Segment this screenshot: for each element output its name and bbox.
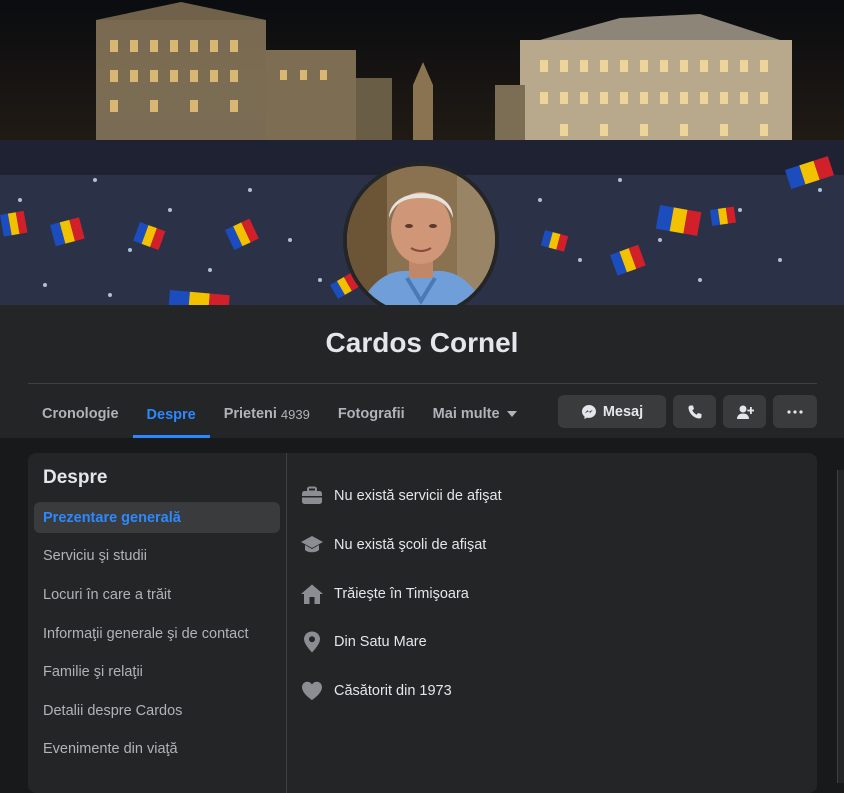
add-friend-icon: [736, 405, 754, 419]
about-nav-life-events[interactable]: Evenimente din viaţă: [34, 733, 280, 764]
add-friend-button[interactable]: [723, 395, 766, 428]
tab-mai-multe[interactable]: Mai multe: [419, 394, 531, 434]
about-nav-label: Evenimente din viaţă: [43, 740, 178, 757]
tab-label: Mai multe: [432, 406, 500, 422]
briefcase-icon: [300, 484, 324, 508]
info-item-relationship: Căsătorit din 1973: [300, 679, 452, 703]
profile-picture-frame[interactable]: [343, 162, 499, 318]
info-item-work: Nu există servicii de afişat: [300, 484, 502, 508]
about-nav-details[interactable]: Detalii despre Cardos: [34, 695, 280, 726]
friends-count: 4939: [280, 406, 310, 422]
about-nav-contact-info[interactable]: Informaţii generale şi de contact: [34, 618, 280, 649]
about-nav-label: Informaţii generale şi de contact: [43, 625, 249, 642]
about-nav-work-education[interactable]: Serviciu şi studii: [34, 540, 280, 571]
message-button[interactable]: Mesaj: [558, 395, 666, 428]
heart-icon: [300, 679, 324, 703]
profile-name: Cardos Cornel: [325, 327, 519, 358]
about-nav-family[interactable]: Familie şi relaţii: [34, 656, 280, 687]
profile-tabs: Cronologie Despre Prieteni 4939 Fotografi…: [28, 394, 531, 438]
about-nav-overview[interactable]: Prezentare generală: [34, 502, 280, 533]
caret-down-icon: [506, 411, 517, 417]
info-item-current-city: Trăieşte în Timişoara: [300, 582, 469, 606]
about-nav-places-lived[interactable]: Locuri în care a trăit: [34, 579, 280, 610]
avatar-image: [347, 166, 495, 314]
about-nav-label: Locuri în care a trăit: [43, 586, 172, 603]
more-options-button[interactable]: [773, 395, 817, 428]
tab-label: Fotografii: [337, 406, 405, 422]
about-nav-label: Serviciu şi studii: [43, 547, 147, 564]
info-item-text: Trăieşte în Timişoara: [334, 586, 469, 602]
about-title: Despre: [43, 467, 108, 488]
message-button-label: Mesaj: [602, 403, 644, 420]
call-button[interactable]: [673, 395, 716, 428]
tab-fotografii[interactable]: Fotografii: [324, 394, 419, 434]
tab-label: Cronologie: [42, 406, 119, 422]
tab-cronologie[interactable]: Cronologie: [28, 394, 133, 434]
messenger-icon: [581, 404, 596, 419]
info-item-education: Nu există şcoli de afişat: [300, 533, 486, 557]
header-divider: [28, 383, 817, 384]
ellipsis-icon: [787, 409, 803, 414]
info-item-text: Căsătorit din 1973: [334, 683, 452, 699]
phone-icon: [688, 405, 701, 418]
about-nav-label: Prezentare generală: [43, 509, 181, 526]
info-item-hometown: Din Satu Mare: [300, 630, 427, 654]
home-icon: [300, 582, 324, 606]
right-side-panel: [837, 470, 844, 783]
avatar[interactable]: [347, 166, 495, 314]
info-item-text: Nu există şcoli de afişat: [334, 537, 487, 553]
tab-despre[interactable]: Despre: [132, 394, 210, 438]
graduation-cap-icon: [300, 533, 324, 557]
tab-label: Despre: [146, 406, 196, 423]
info-item-text: Din Satu Mare: [334, 634, 427, 650]
location-pin-icon: [300, 630, 324, 654]
info-item-text: Nu există servicii de afişat: [334, 488, 502, 504]
tab-label: Prieteni: [223, 406, 277, 422]
about-card-divider: [286, 453, 287, 793]
about-nav-label: Familie şi relaţii: [43, 663, 143, 680]
tab-prieteni[interactable]: Prieteni 4939: [210, 394, 324, 434]
about-nav-label: Detalii despre Cardos: [43, 702, 183, 719]
